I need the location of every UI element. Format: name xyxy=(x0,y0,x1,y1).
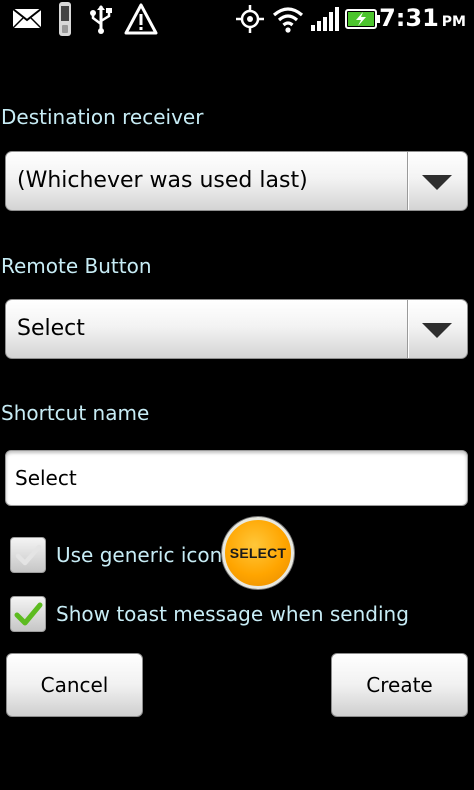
use-generic-icon-checkbox[interactable] xyxy=(10,537,46,573)
shortcut-icon-select-button[interactable]: SELECT xyxy=(222,517,294,589)
show-toast-label: Show toast message when sending xyxy=(56,602,409,626)
create-button[interactable]: Create xyxy=(331,653,468,717)
remote-button-dropdown-arrow[interactable] xyxy=(407,300,467,358)
destination-receiver-value: (Whichever was used last) xyxy=(17,168,308,193)
select-icon-text: SELECT xyxy=(229,545,287,561)
mail-icon xyxy=(12,8,42,33)
shortcut-name-value: Select xyxy=(15,466,77,490)
gps-icon xyxy=(235,4,265,38)
usb-icon xyxy=(88,4,114,38)
checkmark-faint-icon xyxy=(15,544,42,566)
remote-button-spinner[interactable]: Select xyxy=(5,299,468,359)
phone-icon xyxy=(58,1,72,41)
remote-button-label: Remote Button xyxy=(1,254,152,278)
signal-icon xyxy=(310,6,340,36)
show-toast-checkbox[interactable] xyxy=(10,596,46,632)
status-bar-clock: 7:31 PM xyxy=(379,4,466,32)
warning-icon xyxy=(124,3,158,39)
checkmark-icon xyxy=(14,602,43,626)
battery-charging-icon xyxy=(345,9,381,33)
shortcut-name-label: Shortcut name xyxy=(1,401,150,425)
destination-receiver-label: Destination receiver xyxy=(1,105,204,129)
destination-receiver-spinner[interactable]: (Whichever was used last) xyxy=(5,151,468,211)
wifi-icon xyxy=(272,5,304,37)
destination-dropdown-arrow[interactable] xyxy=(407,152,467,210)
chevron-down-icon xyxy=(422,175,452,190)
use-generic-icon-label: Use generic icon xyxy=(56,543,223,567)
status-bar: 7:31 PM xyxy=(0,0,474,38)
remote-button-value: Select xyxy=(17,316,85,341)
chevron-down-icon xyxy=(422,323,452,338)
cancel-button[interactable]: Cancel xyxy=(6,653,143,717)
shortcut-name-field[interactable]: Select xyxy=(5,450,468,506)
